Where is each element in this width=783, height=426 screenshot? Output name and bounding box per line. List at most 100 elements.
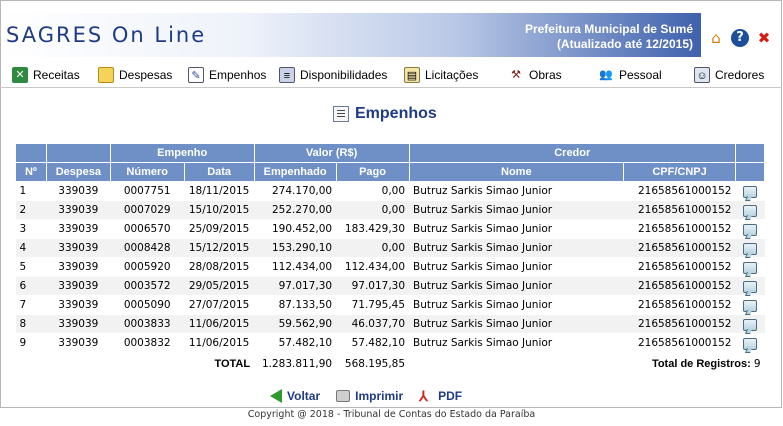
menu-item-licitacoes[interactable]: ▤ Licitações: [404, 67, 478, 83]
cell-data: 18/11/2015: [184, 181, 255, 201]
cell-n: 8: [15, 314, 47, 334]
cell-detail: [735, 276, 765, 296]
total-spacer: [409, 353, 624, 375]
cell-pago: 0,00: [336, 181, 410, 201]
page-title-text: Empenhos: [355, 105, 437, 122]
table-row: 5 339039 0005920 28/08/2015 112.434,00 112.43…: [15, 257, 765, 277]
cell-nome: Butruz Sarkis Simao Junior: [409, 257, 624, 277]
cell-detail: [735, 219, 765, 239]
cell-pago: 97.017,30: [336, 276, 410, 296]
menu-item-receitas[interactable]: ✕ Receitas: [12, 67, 80, 83]
cell-data: 27/07/2015: [184, 295, 255, 315]
receitas-icon: ✕: [12, 67, 28, 83]
cell-empenhado: 190.452,00: [254, 219, 337, 239]
cell-detail: [735, 314, 765, 334]
menu-label: Obras: [529, 68, 562, 82]
table-row: 1 339039 0007751 18/11/2015 274.170,00 0,00 Bu…: [15, 181, 765, 201]
details-icon[interactable]: [742, 337, 757, 350]
cell-empenhado: 59.562,90: [254, 314, 337, 334]
cell-data: 11/06/2015: [184, 314, 255, 334]
cell-n: 9: [15, 333, 47, 353]
menu-item-obras[interactable]: ⚒ Obras: [508, 67, 562, 83]
cell-n: 5: [15, 257, 47, 277]
main-menu: ✕ Receitas Despesas ✎ Empenhos ≡ Disponi…: [0, 64, 782, 88]
arrow-left-icon: [270, 389, 282, 403]
col-header-nome: Nome: [408, 162, 625, 182]
printer-icon: [336, 390, 351, 402]
menu-label: Licitações: [425, 68, 479, 82]
home-icon[interactable]: ⌂: [707, 29, 725, 47]
disponibilidades-icon: ≡: [279, 67, 295, 83]
cell-detail: [735, 333, 765, 353]
cell-numero: 0005920: [110, 257, 185, 277]
cell-cpf: 21658561000152: [623, 257, 736, 277]
details-icon[interactable]: [742, 242, 757, 255]
cell-nome: Butruz Sarkis Simao Junior: [409, 200, 624, 220]
total-pago: 568.195,85: [344, 357, 406, 370]
help-icon[interactable]: ?: [731, 29, 749, 47]
pdf-button[interactable]: ⅄ PDF: [419, 388, 462, 404]
cell-data: 28/08/2015: [184, 257, 255, 277]
cell-despesa: 339039: [46, 276, 111, 296]
menu-item-pessoal[interactable]: 👥 Pessoal: [598, 67, 662, 83]
voltar-label: Voltar: [287, 389, 321, 403]
group-empenho: Empenho: [109, 143, 255, 163]
cell-despesa: 339039: [46, 219, 111, 239]
total-registros-value: 9: [753, 357, 761, 370]
cell-nome: Butruz Sarkis Simao Junior: [409, 276, 624, 296]
details-icon[interactable]: [742, 280, 757, 293]
cell-detail: [735, 238, 765, 258]
cell-despesa: 339039: [46, 333, 111, 353]
voltar-button[interactable]: Voltar: [270, 389, 320, 403]
org-info: Prefeitura Municipal de Sumé (Atualizado…: [525, 22, 693, 52]
cell-numero: 0003833: [110, 314, 185, 334]
menu-item-despesas[interactable]: Despesas: [98, 67, 172, 83]
header: SAGRES On Line Prefeitura Municipal de S…: [1, 1, 781, 59]
details-icon[interactable]: [742, 299, 757, 312]
col-header-cpf: CPF/CNPJ: [623, 162, 736, 182]
total-empenhado: 1.283.811,90: [261, 357, 333, 370]
cell-empenhado: 112.434,00: [254, 257, 337, 277]
cell-numero: 0008428: [110, 238, 185, 258]
cell-nome: Butruz Sarkis Simao Junior: [409, 314, 624, 334]
details-icon[interactable]: [742, 185, 757, 198]
cell-nome: Butruz Sarkis Simao Junior: [409, 333, 624, 353]
group-valor: Valor (R$): [253, 143, 410, 163]
table-row: 3 339039 0006570 25/09/2015 190.452,00 183.42…: [15, 219, 765, 239]
cell-data: 15/12/2015: [184, 238, 255, 258]
copyright: Copyright @ 2018 - Tribunal de Contas do…: [247, 409, 536, 420]
menu-item-empenhos[interactable]: ✎ Empenhos: [188, 67, 266, 83]
empenhos-icon: ✎: [188, 67, 204, 83]
details-icon[interactable]: [742, 204, 757, 217]
details-icon[interactable]: [742, 223, 757, 236]
cell-cpf: 21658561000152: [623, 238, 736, 258]
cell-cpf: 21658561000152: [623, 314, 736, 334]
total-registros-label: Total de Registros:: [651, 357, 751, 370]
cell-detail: [735, 295, 765, 315]
col-header-numero: Número: [109, 162, 185, 182]
menu-item-disponibilidades[interactable]: ≡ Disponibilidades: [279, 67, 387, 83]
cell-n: 4: [15, 238, 47, 258]
cell-pago: 46.037,70: [336, 314, 410, 334]
cell-n: 1: [15, 181, 47, 201]
cell-nome: Butruz Sarkis Simao Junior: [409, 219, 624, 239]
details-icon[interactable]: [742, 261, 757, 274]
menu-label: Credores: [715, 68, 765, 82]
cell-n: 2: [15, 200, 47, 220]
menu-label: Receitas: [33, 68, 80, 82]
cell-n: 6: [15, 276, 47, 296]
cell-cpf: 21658561000152: [623, 219, 736, 239]
imprimir-label: Imprimir: [355, 389, 404, 403]
details-icon[interactable]: [742, 318, 757, 331]
col-header-n: Nº: [15, 162, 47, 182]
close-icon[interactable]: ✖: [755, 29, 773, 47]
updated-date: (Atualizado até 12/2015): [556, 37, 693, 51]
cell-n: 3: [15, 219, 47, 239]
col-header-empenhado: Empenhado: [253, 162, 337, 182]
cell-numero: 0007029: [110, 200, 185, 220]
obras-icon: ⚒: [511, 69, 521, 81]
actions-bar: Voltar Imprimir ⅄ PDF: [270, 388, 462, 404]
imprimir-button[interactable]: Imprimir: [336, 389, 403, 403]
cell-empenhado: 97.017,30: [254, 276, 337, 296]
menu-item-credores[interactable]: ☺ Credores: [694, 67, 764, 83]
